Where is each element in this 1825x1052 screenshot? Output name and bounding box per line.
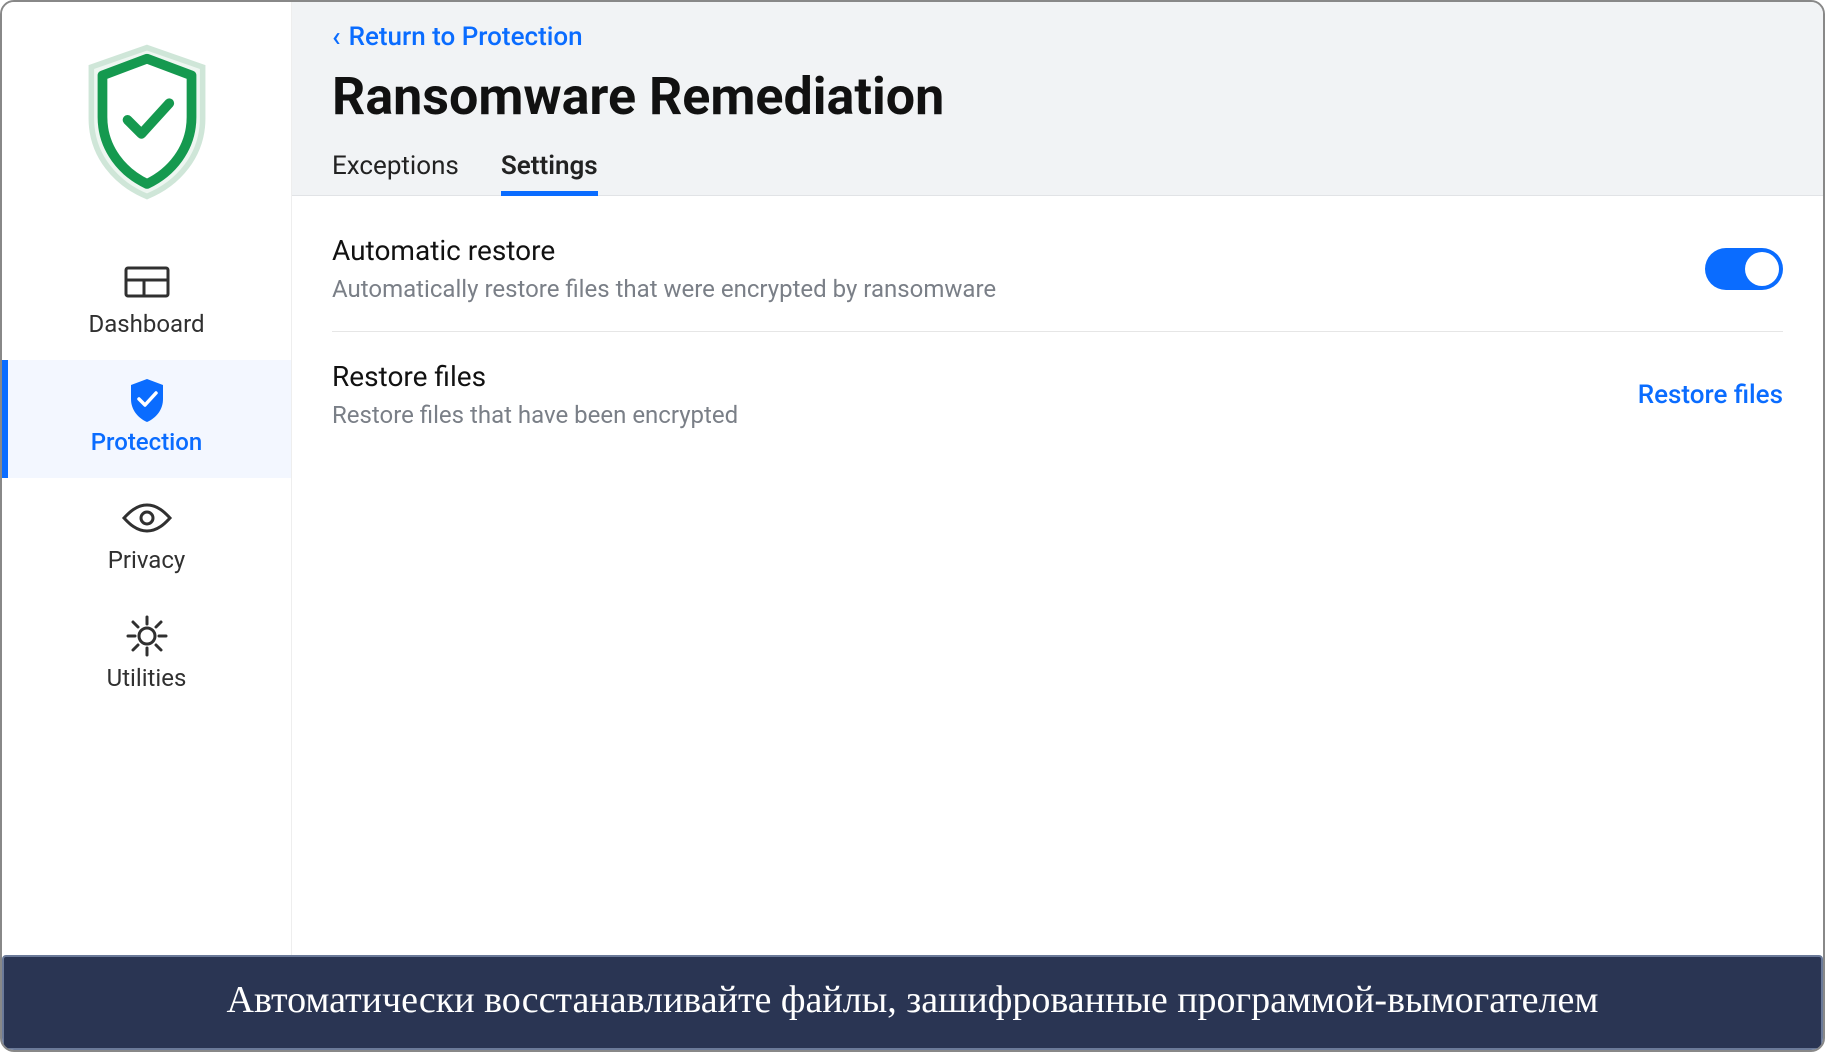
setting-description: Restore files that have been encrypted [332,401,738,429]
setting-restore-files: Restore files Restore files that have be… [332,332,1783,457]
setting-title: Restore files [332,360,738,393]
sidebar-item-label: Utilities [107,664,187,692]
dashboard-icon [119,260,175,304]
sidebar-item-label: Protection [91,428,203,456]
sidebar-item-dashboard[interactable]: Dashboard [2,242,291,360]
setting-text: Restore files Restore files that have be… [332,360,738,429]
restore-files-link[interactable]: Restore files [1638,380,1783,410]
gear-icon [119,614,175,658]
app-body: Dashboard Protection [2,2,1823,955]
sidebar-item-utilities[interactable]: Utilities [2,596,291,714]
tab-exceptions[interactable]: Exceptions [332,151,459,195]
setting-description: Automatically restore files that were en… [332,275,996,303]
sidebar: Dashboard Protection [2,2,292,955]
back-to-protection-link[interactable]: ‹ Return to Protection [332,22,583,52]
sidebar-item-label: Privacy [108,546,186,574]
app-window: Dashboard Protection [0,0,1825,1052]
automatic-restore-toggle[interactable] [1705,248,1783,290]
eye-icon [119,496,175,540]
sidebar-item-privacy[interactable]: Privacy [2,478,291,596]
sidebar-item-protection[interactable]: Protection [2,360,291,478]
setting-text: Automatic restore Automatically restore … [332,234,996,303]
brand-shield-icon [77,42,217,202]
chevron-left-icon: ‹ [332,23,341,51]
caption-banner: Автоматически восстанавливайте файлы, за… [2,955,1823,1050]
page-header: ‹ Return to Protection Ransomware Remedi… [292,2,1823,196]
tabs: Exceptions Settings [332,151,1783,195]
shield-icon [119,378,175,422]
settings-content: Automatic restore Automatically restore … [292,196,1823,955]
setting-automatic-restore: Automatic restore Automatically restore … [332,206,1783,332]
toggle-knob [1745,252,1779,286]
main-panel: ‹ Return to Protection Ransomware Remedi… [292,2,1823,955]
page-title: Ransomware Remediation [332,66,1783,127]
sidebar-nav: Dashboard Protection [2,242,291,714]
setting-title: Automatic restore [332,234,996,267]
back-link-label: Return to Protection [349,22,583,52]
tab-settings[interactable]: Settings [501,151,598,195]
sidebar-item-label: Dashboard [88,310,204,338]
